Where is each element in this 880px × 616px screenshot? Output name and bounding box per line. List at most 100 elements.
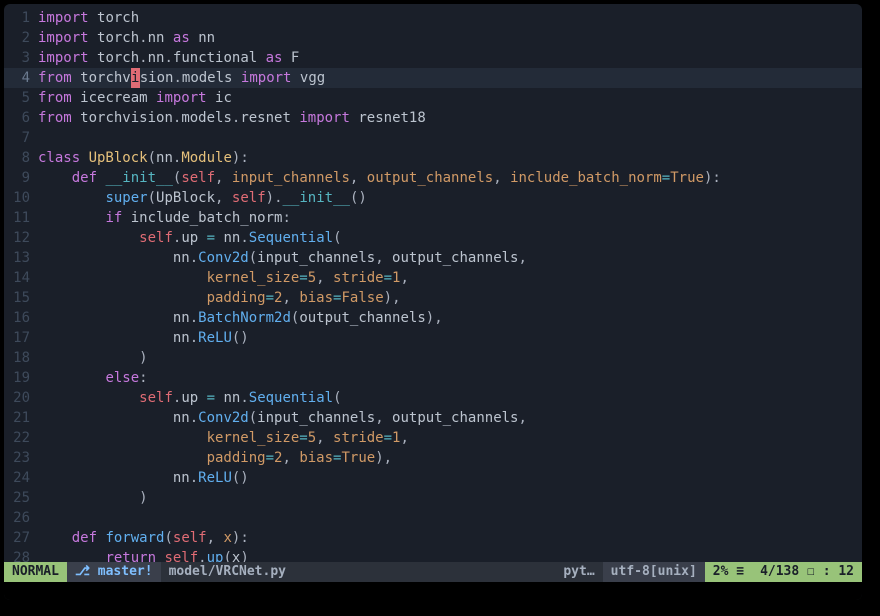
token: bias (299, 290, 333, 306)
token: . (190, 250, 198, 266)
token: , (316, 270, 333, 286)
code-line[interactable]: 14 kernel_size=5, stride=1, (4, 268, 862, 288)
line-content[interactable]: if include_batch_norm: (38, 208, 291, 228)
line-content[interactable]: ) (38, 348, 148, 368)
code-line[interactable]: 27 def forward(self, x): (4, 528, 862, 548)
code-line[interactable]: 6from torchvision.models.resnet import r… (4, 108, 862, 128)
token: input_channels (257, 250, 375, 266)
status-encoding: utf-8[unix] (603, 562, 705, 582)
code-line[interactable]: 4from torchvision.models import vgg (4, 68, 862, 88)
code-line[interactable]: 23 padding=2, bias=True), (4, 448, 862, 468)
token: , (518, 250, 526, 266)
code-line[interactable]: 8class UpBlock(nn.Module): (4, 148, 862, 168)
token: output_channels (392, 410, 518, 426)
token: = (662, 170, 670, 186)
token: ) (375, 450, 383, 466)
code-buffer[interactable]: 1import torch2import torch.nn as nn3impo… (4, 4, 862, 568)
line-number: 2 (4, 28, 38, 48)
code-line[interactable]: 13 nn.Conv2d(input_channels, output_chan… (4, 248, 862, 268)
code-line[interactable]: 12 self.up = nn.Sequential( (4, 228, 862, 248)
line-number: 13 (4, 248, 38, 268)
code-line[interactable]: 19 else: (4, 368, 862, 388)
token: if (105, 210, 130, 226)
line-content[interactable]: nn.ReLU() (38, 328, 249, 348)
code-line[interactable]: 11 if include_batch_norm: (4, 208, 862, 228)
code-line[interactable]: 20 self.up = nn.Sequential( (4, 388, 862, 408)
line-content[interactable]: nn.BatchNorm2d(output_channels), (38, 308, 443, 328)
line-content[interactable]: padding=2, bias=False), (38, 288, 401, 308)
status-filename: model/VRCNet.py (161, 562, 556, 582)
token: ( (249, 250, 257, 266)
token: nn (198, 30, 215, 46)
command-line[interactable] (4, 582, 862, 600)
code-line[interactable]: 22 kernel_size=5, stride=1, (4, 428, 862, 448)
code-line[interactable]: 25 ) (4, 488, 862, 508)
token: class (38, 150, 89, 166)
line-content[interactable]: kernel_size=5, stride=1, (38, 428, 409, 448)
line-content[interactable]: nn.ReLU() (38, 468, 249, 488)
token (38, 430, 207, 446)
token: . (190, 310, 198, 326)
token: . (190, 410, 198, 426)
line-content[interactable]: import torch.nn as nn (38, 28, 215, 48)
token: : (712, 170, 720, 186)
token (38, 310, 173, 326)
token: , (392, 290, 400, 306)
code-line[interactable]: 24 nn.ReLU() (4, 468, 862, 488)
token: , (215, 170, 232, 186)
code-line[interactable]: 7 (4, 128, 862, 148)
token: , (493, 170, 510, 186)
code-line[interactable]: 3import torch.nn.functional as F (4, 48, 862, 68)
line-content[interactable]: padding=2, bias=True), (38, 448, 392, 468)
token: F (291, 50, 299, 66)
line-content[interactable]: def forward(self, x): (38, 528, 249, 548)
code-line[interactable]: 2import torch.nn as nn (4, 28, 862, 48)
line-content[interactable]: nn.Conv2d(input_channels, output_channel… (38, 248, 527, 268)
line-content[interactable]: from torchvision.models.resnet import re… (38, 108, 426, 128)
code-line[interactable]: 18 ) (4, 348, 862, 368)
token: import (38, 50, 97, 66)
token (38, 390, 139, 406)
code-line[interactable]: 1import torch (4, 8, 862, 28)
line-content[interactable]: def __init__(self, input_channels, outpu… (38, 168, 721, 188)
token: = (384, 270, 392, 286)
line-content[interactable]: else: (38, 368, 148, 388)
token: , (375, 410, 392, 426)
line-number: 15 (4, 288, 38, 308)
code-line[interactable]: 17 nn.ReLU() (4, 328, 862, 348)
token: = (207, 390, 224, 406)
code-line[interactable]: 16 nn.BatchNorm2d(output_channels), (4, 308, 862, 328)
line-content[interactable]: from icecream import ic (38, 88, 232, 108)
line-number: 21 (4, 408, 38, 428)
line-number: 3 (4, 48, 38, 68)
token: Conv2d (198, 250, 249, 266)
token: torchv (80, 70, 131, 86)
line-content[interactable]: kernel_size=5, stride=1, (38, 268, 409, 288)
token: () (232, 330, 249, 346)
code-line[interactable]: 26 (4, 508, 862, 528)
line-content[interactable]: from torchvision.models import vgg (38, 68, 325, 88)
line-content[interactable]: import torch (38, 8, 139, 28)
token: stride (333, 430, 384, 446)
token: input_channels (232, 170, 350, 186)
token: nn (173, 330, 190, 346)
line-content[interactable]: class UpBlock(nn.Module): (38, 148, 249, 168)
token: __init__ (105, 170, 172, 186)
line-content[interactable]: self.up = nn.Sequential( (38, 228, 342, 248)
code-line[interactable]: 15 padding=2, bias=False), (4, 288, 862, 308)
code-line[interactable]: 21 nn.Conv2d(input_channels, output_chan… (4, 408, 862, 428)
line-content[interactable]: self.up = nn.Sequential( (38, 388, 342, 408)
line-number: 20 (4, 388, 38, 408)
line-content[interactable]: ) (38, 488, 148, 508)
code-line[interactable]: 9 def __init__(self, input_channels, out… (4, 168, 862, 188)
line-content[interactable]: super(UpBlock, self).__init__() (38, 188, 367, 208)
token: icecream (80, 90, 156, 106)
code-line[interactable]: 10 super(UpBlock, self).__init__() (4, 188, 862, 208)
token: , (375, 250, 392, 266)
token: , (207, 530, 224, 546)
token: import (156, 90, 215, 106)
code-line[interactable]: 5from icecream import ic (4, 88, 862, 108)
line-number: 10 (4, 188, 38, 208)
line-content[interactable]: import torch.nn.functional as F (38, 48, 299, 68)
line-content[interactable]: nn.Conv2d(input_channels, output_channel… (38, 408, 527, 428)
